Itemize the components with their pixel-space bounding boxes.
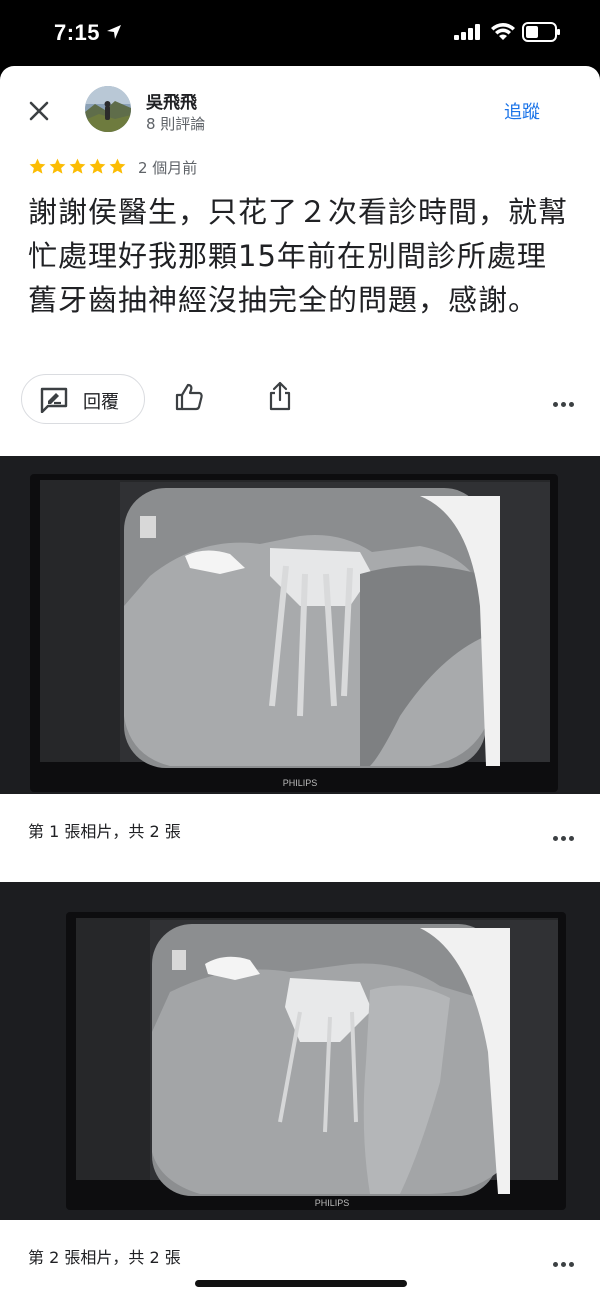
more-icon-dot bbox=[569, 836, 574, 841]
review-count: 8 則評論 bbox=[146, 115, 206, 133]
more-icon-dot bbox=[569, 1262, 574, 1267]
reply-icon bbox=[40, 387, 68, 413]
star-rating bbox=[28, 157, 127, 177]
status-bar: 7:15 bbox=[0, 0, 600, 66]
review-text: 謝謝侯醫生，只花了２次看診時間，就幫忙處理好我那顆15年前在別間診所處理舊牙齒抽… bbox=[28, 195, 569, 317]
location-arrow-icon bbox=[107, 25, 121, 39]
reply-label: 回覆 bbox=[83, 392, 119, 413]
xray-photo-1: PHILIPS bbox=[0, 456, 600, 794]
star-icon bbox=[69, 158, 86, 174]
wifi-icon bbox=[491, 23, 515, 40]
more-icon-dot bbox=[569, 402, 574, 407]
status-time: 7:15 bbox=[54, 20, 101, 45]
star-icon bbox=[49, 158, 66, 174]
photo-caption-2: 第 2 張相片，共 2 張 bbox=[28, 1248, 181, 1267]
more-icon-dot bbox=[561, 1262, 566, 1267]
follow-button[interactable]: 追蹤 bbox=[504, 98, 540, 124]
close-icon[interactable] bbox=[24, 96, 54, 126]
review-date: 2 個月前 bbox=[138, 159, 198, 177]
more-icon-dot bbox=[561, 836, 566, 841]
photo-caption-1: 第 1 張相片，共 2 張 bbox=[28, 822, 181, 841]
avatar[interactable] bbox=[85, 86, 131, 132]
battery-icon bbox=[522, 22, 560, 42]
author-name[interactable]: 吳飛飛 bbox=[146, 88, 197, 113]
more-icon-dot bbox=[561, 402, 566, 407]
more-icon bbox=[553, 836, 558, 841]
cellular-signal-icon bbox=[454, 24, 480, 40]
svg-text:PHILIPS: PHILIPS bbox=[283, 778, 318, 788]
svg-text:PHILIPS: PHILIPS bbox=[315, 1198, 350, 1208]
photo-1-more-button[interactable] bbox=[553, 826, 579, 841]
review-photo-1[interactable]: PHILIPS bbox=[0, 456, 600, 794]
more-options-button[interactable] bbox=[553, 392, 579, 407]
thumbs-up-icon[interactable] bbox=[174, 382, 204, 412]
review-photo-2[interactable]: PHILIPS bbox=[0, 882, 600, 1220]
star-icon bbox=[109, 158, 126, 174]
share-icon[interactable] bbox=[266, 380, 294, 412]
xray-photo-2: PHILIPS bbox=[0, 882, 600, 1220]
more-icon bbox=[553, 402, 558, 407]
star-icon bbox=[89, 158, 106, 174]
more-icon bbox=[553, 1262, 558, 1267]
review-sheet: 吳飛飛 8 則評論 追蹤 2 個月前 謝謝侯醫生，只花了２次看診時間，就幫忙處理… bbox=[0, 66, 600, 1299]
home-indicator[interactable] bbox=[195, 1280, 407, 1287]
photo-2-more-button[interactable] bbox=[553, 1252, 579, 1267]
star-icon bbox=[29, 158, 46, 174]
reply-button[interactable]: 回覆 bbox=[21, 374, 145, 424]
